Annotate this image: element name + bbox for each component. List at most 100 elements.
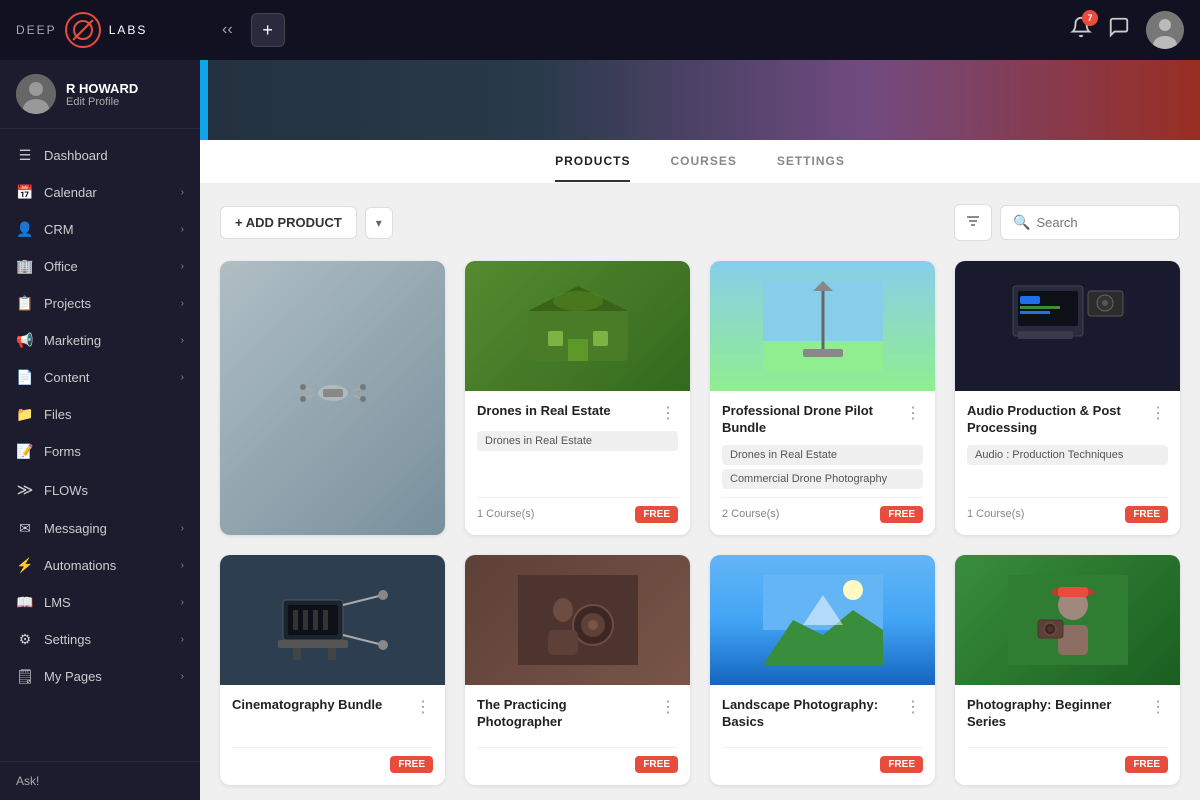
user-avatar-top[interactable] — [1146, 11, 1184, 49]
sidebar-label-messaging: Messaging — [44, 521, 107, 536]
forms-icon: 📝 — [16, 443, 34, 460]
plus-icon: + — [262, 20, 273, 41]
product-title-2: Drones in Real Estate — [477, 403, 652, 420]
product-card-8[interactable]: Photography: Beginner Series ⋮ FREE — [955, 555, 1180, 785]
logo-deep: DEEP — [16, 23, 57, 37]
product-footer-3: 2 Course(s) FREE — [722, 497, 923, 523]
product-card-4[interactable]: Audio Production & Post Processing ⋮ Aud… — [955, 261, 1180, 535]
avatar-image — [16, 74, 56, 114]
product-card-2[interactable]: Drones in Real Estate ⋮ Drones in Real E… — [465, 261, 690, 535]
course-count-3: 2 Course(s) — [722, 508, 779, 520]
chevron-icon: › — [181, 335, 184, 346]
edit-profile-link[interactable]: Edit Profile — [66, 96, 184, 108]
sidebar-item-content[interactable]: 📄 Content › — [0, 359, 200, 396]
chevron-icon: › — [181, 560, 184, 571]
sidebar-item-marketing[interactable]: 📢 Marketing › — [0, 322, 200, 359]
product-footer-4: 1 Course(s) FREE — [967, 497, 1168, 523]
sidebar-item-calendar[interactable]: 📅 Calendar › — [0, 174, 200, 211]
sidebar-item-files[interactable]: 📁 Files — [0, 396, 200, 433]
product-footer-7: FREE — [722, 747, 923, 773]
product-tags-4: Audio : Production Techniques — [967, 445, 1168, 489]
sidebar-item-office[interactable]: 🏢 Office › — [0, 248, 200, 285]
files-icon: 📁 — [16, 406, 34, 423]
sidebar-item-crm[interactable]: 👤 CRM › — [0, 211, 200, 248]
sidebar-item-dashboard[interactable]: ☰ Dashboard — [0, 137, 200, 174]
chevron-icon: › — [181, 597, 184, 608]
sidebar-item-lms[interactable]: 📖 LMS › — [0, 584, 200, 621]
price-badge-3: FREE — [880, 506, 923, 523]
price-badge-7: FREE — [880, 756, 923, 773]
product-header-4: Audio Production & Post Processing ⋮ — [967, 403, 1168, 437]
lms-icon: 📖 — [16, 594, 34, 611]
dropdown-button[interactable]: ▾ — [365, 207, 393, 239]
search-icon: 🔍 — [1013, 214, 1030, 231]
sidebar-label-dashboard: Dashboard — [44, 148, 108, 163]
ask-button[interactable]: Ask! — [16, 774, 39, 788]
product-tag-3a: Drones in Real Estate — [722, 445, 923, 465]
product-card-7[interactable]: Landscape Photography: Basics ⋮ FREE — [710, 555, 935, 785]
projects-icon: 📋 — [16, 295, 34, 312]
tab-settings[interactable]: SETTINGS — [777, 142, 845, 182]
price-badge-6: FREE — [635, 756, 678, 773]
avatar — [16, 74, 56, 114]
profile-name: R HOWARD — [66, 81, 184, 96]
filter-button[interactable] — [954, 204, 992, 241]
product-card-1[interactable]: Commercial Drone Photography ⋮ Commercia… — [220, 261, 445, 535]
profile-info: R HOWARD Edit Profile — [66, 81, 184, 108]
main-content: ‹‹ + 7 — [200, 0, 1200, 800]
product-card-3[interactable]: Professional Drone Pilot Bundle ⋮ Drones… — [710, 261, 935, 535]
sidebar-item-automations[interactable]: ⚡ Automations › — [0, 547, 200, 584]
sidebar-label-projects: Projects — [44, 296, 91, 311]
product-card-6[interactable]: The Practicing Photographer ⋮ FREE — [465, 555, 690, 785]
logo-labs: LABS — [109, 23, 148, 37]
sidebar-label-files: Files — [44, 407, 71, 422]
app-logo[interactable]: DEEP LABS — [0, 0, 200, 60]
product-thumbnail-5 — [220, 555, 445, 685]
product-menu-button-2[interactable]: ⋮ — [658, 403, 678, 423]
product-header-2: Drones in Real Estate ⋮ — [477, 403, 678, 423]
user-profile[interactable]: R HOWARD Edit Profile — [0, 60, 200, 129]
product-body-8: Photography: Beginner Series ⋮ FREE — [955, 685, 1180, 785]
product-thumbnail-1 — [220, 261, 445, 535]
sidebar-item-messaging[interactable]: ✉ Messaging › — [0, 510, 200, 547]
messages-button[interactable] — [1108, 16, 1130, 44]
flows-icon: ≫ — [16, 480, 34, 500]
product-menu-button-3[interactable]: ⋮ — [903, 403, 923, 423]
sidebar-label-flows: FLOWs — [44, 483, 88, 498]
chevron-icon: › — [181, 523, 184, 534]
tab-courses[interactable]: COURSES — [670, 142, 736, 182]
add-button[interactable]: + — [251, 13, 285, 47]
product-menu-button-8[interactable]: ⋮ — [1148, 697, 1168, 717]
product-thumbnail-2 — [465, 261, 690, 391]
product-menu-button-4[interactable]: ⋮ — [1148, 403, 1168, 423]
products-grid: Commercial Drone Photography ⋮ Commercia… — [220, 261, 1180, 785]
search-input[interactable] — [1036, 215, 1167, 230]
sidebar-item-my-pages[interactable]: 🗒 My Pages › — [0, 658, 200, 695]
chevron-icon: › — [181, 372, 184, 383]
product-menu-button-7[interactable]: ⋮ — [903, 697, 923, 717]
collapse-sidebar-button[interactable]: ‹‹ — [216, 15, 239, 45]
product-footer-6: FREE — [477, 747, 678, 773]
product-tag: Drones in Real Estate — [477, 431, 678, 451]
product-tags-2: Drones in Real Estate — [477, 431, 678, 489]
price-badge-4: FREE — [1125, 506, 1168, 523]
sidebar-item-settings[interactable]: ⚙ Settings › — [0, 621, 200, 658]
ask-section[interactable]: Ask! — [0, 761, 200, 800]
product-menu-button-6[interactable]: ⋮ — [658, 697, 678, 717]
sidebar-label-crm: CRM — [44, 222, 74, 237]
product-menu-button-5[interactable]: ⋮ — [413, 697, 433, 717]
product-card-5[interactable]: Cinematography Bundle ⋮ FREE — [220, 555, 445, 785]
search-box[interactable]: 🔍 — [1000, 205, 1180, 240]
hero-overlay — [200, 60, 1200, 140]
sidebar-item-projects[interactable]: 📋 Projects › — [0, 285, 200, 322]
product-title-8: Photography: Beginner Series — [967, 697, 1142, 731]
add-product-button[interactable]: + ADD PRODUCT — [220, 206, 357, 239]
sidebar-item-flows[interactable]: ≫ FLOWs — [0, 470, 200, 510]
content-area: + ADD PRODUCT ▾ 🔍 — [200, 184, 1200, 800]
notification-button[interactable]: 7 — [1070, 16, 1092, 44]
sidebar-item-forms[interactable]: 📝 Forms — [0, 433, 200, 470]
sidebar-label-lms: LMS — [44, 595, 71, 610]
tab-products[interactable]: PRODUCTS — [555, 142, 630, 182]
sidebar-nav: ☰ Dashboard 📅 Calendar › 👤 CRM › 🏢 Offic… — [0, 129, 200, 761]
chevron-icon: › — [181, 671, 184, 682]
